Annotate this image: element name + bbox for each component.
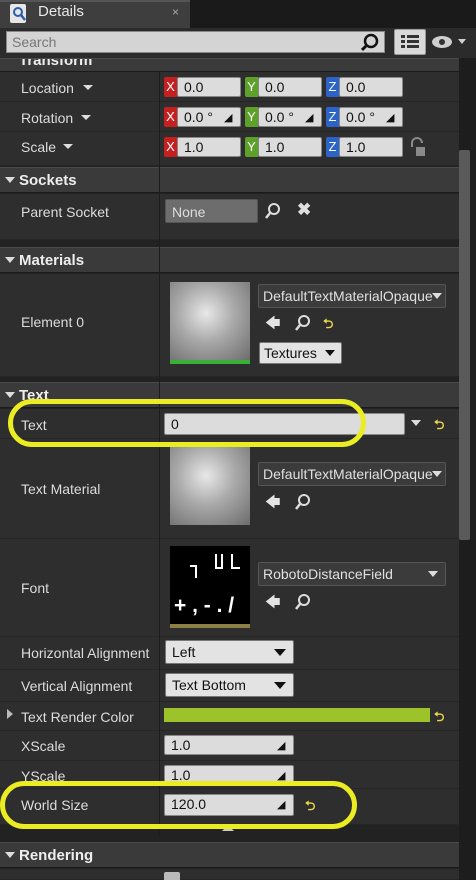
axis-x-label: X [164,137,177,157]
scrollbar-thumb[interactable] [459,150,470,540]
property-matrix-button[interactable] [394,29,426,55]
text-render-color-label: Text Render Color [21,709,134,725]
category-transform[interactable]: Transform [0,58,459,72]
parent-socket-field[interactable]: None [165,199,258,223]
chevron-down-icon[interactable] [81,115,91,120]
axis-y-label: Y [245,77,258,97]
chevron-down-icon [432,293,442,299]
highlight-text-annotation [8,399,366,447]
element-0-label: Element 0 [21,314,85,330]
parent-socket-label: Parent Socket [21,204,109,220]
chevron-down-icon [428,571,438,577]
spin-drag-icon[interactable]: ◢ [386,111,394,124]
use-selected-arrow-icon[interactable]: 🡄 [265,492,281,517]
axis-x-label: X [164,107,177,127]
material-thumbnail[interactable] [170,282,250,364]
tab-title: Details [38,3,84,20]
spin-drag-icon[interactable]: ◢ [305,111,313,124]
property-row-visible [0,869,459,880]
text-material-dropdown[interactable]: DefaultTextMaterialOpaque [258,462,446,486]
close-icon[interactable]: × [172,5,179,19]
browse-search-icon[interactable] [294,314,312,332]
lock-icon[interactable] [408,137,426,159]
spin-drag-icon[interactable]: ◢ [277,739,285,752]
xscale-label: XScale [21,738,66,754]
axis-y-label: Y [245,107,258,127]
grid-icon [401,35,419,48]
material-asset-dropdown[interactable]: DefaultTextMaterialOpaque [258,284,446,308]
use-selected-arrow-icon[interactable]: 🡄 [265,592,281,617]
location-z-field[interactable]: 0.0 [339,77,403,97]
glyph-preview-icon [190,554,240,578]
horizontal-alignment-label: Horizontal Alignment [21,645,150,661]
scale-y-field[interactable]: 1.0 [258,137,322,157]
highlight-world-size-annotation [0,781,357,829]
details-icon [10,4,26,23]
font-preview-text: + , - . / [174,594,235,617]
location-label: Location [21,80,74,96]
font-asset-dropdown[interactable]: RobotoDistanceField [258,562,446,586]
collapse-arrow-icon[interactable] [5,392,15,398]
category-title: Transform [19,58,93,69]
text-material-label: Text Material [21,481,101,497]
browse-search-icon[interactable] [294,593,312,611]
axis-y-label: Y [245,137,258,157]
category-title: Rendering [19,847,94,864]
collapse-arrow-icon[interactable] [5,177,15,183]
visible-checkbox[interactable] [164,872,180,880]
material-thumbnail[interactable] [170,443,250,525]
font-label: Font [21,580,50,596]
browse-search-icon[interactable] [294,493,312,511]
chevron-down-icon [325,350,335,356]
collapse-arrow-icon[interactable] [5,257,15,263]
reset-default-icon[interactable]: ⮌ [323,315,333,337]
chevron-down-icon [274,682,286,689]
rotation-label: Rotation [21,110,74,126]
chevron-down-icon [274,649,286,656]
vertical-alignment-label: Vertical Alignment [21,678,133,694]
expand-arrow-icon[interactable] [7,709,13,719]
axis-x-label: X [164,77,177,97]
category-title: Materials [19,252,85,269]
use-selected-arrow-icon[interactable]: 🡄 [265,313,281,338]
scale-x-field[interactable]: 1.0 [177,137,241,157]
search-placeholder: Search [12,34,57,50]
chevron-down-icon[interactable] [63,144,73,149]
chevron-down-icon[interactable] [83,85,93,90]
scale-label: Scale [21,139,57,155]
category-title: Sockets [19,172,77,189]
search-icon[interactable] [264,202,282,220]
axis-z-label: Z [326,77,339,97]
search-icon[interactable] [361,32,383,52]
search-input[interactable] [6,31,385,53]
reset-default-icon[interactable]: ⮌ [434,416,444,438]
chevron-down-icon [432,471,442,477]
location-y-field[interactable]: 0.0 [258,77,322,97]
spin-drag-icon[interactable]: ◢ [224,111,232,124]
column-divider[interactable] [159,72,160,837]
axis-z-label: Z [326,107,339,127]
chevron-down-icon[interactable] [411,420,421,426]
collapse-arrow-icon[interactable] [5,852,15,858]
axis-z-label: Z [326,137,339,157]
xscale-field[interactable]: 1.0 [164,735,294,755]
clear-icon[interactable]: ✖ [297,200,311,220]
location-x-field[interactable]: 0.0 [177,77,241,97]
font-thumbnail[interactable]: + , - . / [170,546,250,628]
visibility-eye-icon[interactable] [430,34,470,50]
scale-z-field[interactable]: 1.0 [339,137,403,157]
reset-default-icon[interactable]: ⮌ [434,708,444,730]
text-render-color-swatch[interactable] [164,708,430,722]
